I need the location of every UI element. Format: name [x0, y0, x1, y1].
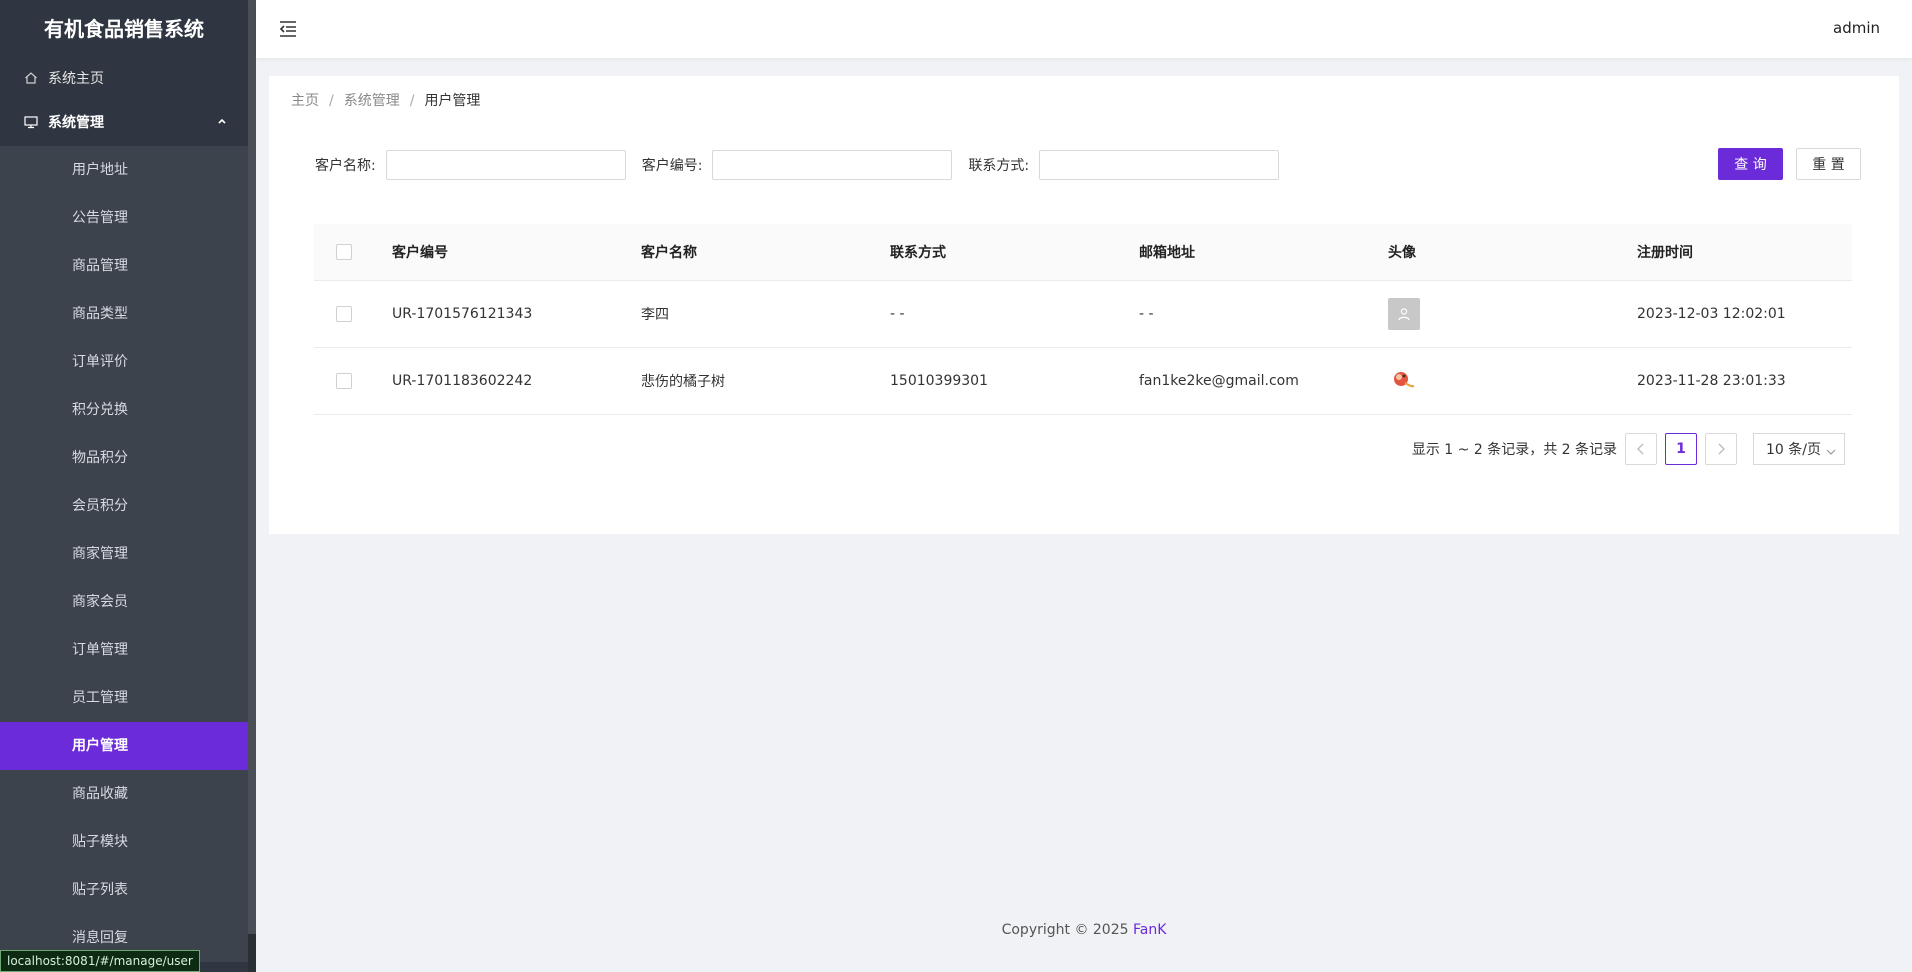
- sidebar-item-merchant-members[interactable]: 商家会员: [0, 578, 248, 626]
- sidebar-item-product-types[interactable]: 商品类型: [0, 290, 248, 338]
- cell-avatar: [1387, 280, 1636, 348]
- select-all-cell: [314, 224, 391, 281]
- col-header-registered: 注册时间: [1636, 224, 1852, 281]
- sidebar-item-user-address[interactable]: 用户地址: [0, 146, 248, 194]
- sidebar-item-home[interactable]: 系统主页: [0, 58, 248, 98]
- pagination-summary: 显示 1 ~ 2 条记录，共 2 条记录: [1411, 442, 1617, 458]
- copyright-text: Copyright © 2025: [1001, 922, 1129, 938]
- chevron-right-icon: [1718, 443, 1725, 455]
- sidebar-item-label: 系统主页: [48, 71, 104, 87]
- sidebar-item-users[interactable]: 用户管理: [0, 722, 248, 770]
- cell-email: fan1ke2ke@gmail.com: [1138, 347, 1387, 415]
- contact-label: 联系方式:: [968, 158, 1030, 174]
- sidebar-item-staff[interactable]: 员工管理: [0, 674, 248, 722]
- sidebar-scrollbar-thumb[interactable]: [248, 0, 256, 934]
- pagination: 显示 1 ~ 2 条记录，共 2 条记录 1 10 条/页: [1412, 433, 1845, 465]
- contact-input[interactable]: [1039, 150, 1280, 180]
- sidebar-item-member-points[interactable]: 会员积分: [0, 482, 248, 530]
- search-form: 客户名称: 客户编号: 联系方式:: [315, 149, 1295, 181]
- page-number-button[interactable]: 1: [1665, 433, 1697, 465]
- cell-contact: 15010399301: [889, 347, 1138, 415]
- status-url: localhost:8081/#/manage/user: [0, 950, 200, 972]
- cell-registered: 2023-12-03 12:02:01: [1636, 280, 1852, 348]
- page-size-value: 10 条/页: [1766, 442, 1821, 458]
- breadcrumb-system[interactable]: 系统管理: [344, 93, 400, 109]
- user-name[interactable]: admin: [1833, 19, 1880, 37]
- customer-code-input[interactable]: [712, 150, 953, 180]
- col-header-code: 客户编号: [391, 224, 640, 281]
- breadcrumb-separator: /: [329, 93, 334, 109]
- app-title: 有机食品销售系统: [44, 17, 204, 41]
- col-header-name: 客户名称: [640, 224, 889, 281]
- row-select-cell: [314, 347, 391, 415]
- cell-name: 李四: [640, 280, 889, 348]
- customer-code-label: 客户编号:: [641, 158, 703, 174]
- collapse-menu-icon[interactable]: [278, 19, 298, 39]
- sidebar-item-post-modules[interactable]: 贴子模块: [0, 818, 248, 866]
- default-avatar-icon[interactable]: [1388, 298, 1420, 330]
- customer-name-label: 客户名称:: [315, 158, 376, 174]
- breadcrumb-current: 用户管理: [424, 93, 481, 109]
- sidebar-item-item-points[interactable]: 物品积分: [0, 434, 248, 482]
- next-page-button[interactable]: [1705, 433, 1737, 465]
- cell-contact: - -: [889, 280, 1138, 348]
- reset-button[interactable]: 重 置: [1796, 148, 1861, 180]
- cell-name: 悲伤的橘子树: [640, 347, 889, 415]
- row-checkbox[interactable]: [336, 373, 352, 389]
- monitor-icon: [24, 115, 38, 129]
- sidebar-item-points-exchange[interactable]: 积分兑换: [0, 386, 248, 434]
- chevron-left-icon: [1637, 443, 1644, 455]
- cell-code: UR-1701183602242: [391, 347, 640, 415]
- chevron-up-icon: [216, 115, 228, 127]
- sidebar-item-order-reviews[interactable]: 订单评价: [0, 338, 248, 386]
- user-table: 客户编号 客户名称 联系方式 邮箱地址 头像 注册时间 UR-170157612…: [314, 224, 1852, 415]
- home-icon: [24, 71, 38, 85]
- top-bar: admin: [256, 0, 1912, 58]
- row-select-cell: [314, 280, 391, 348]
- sidebar-item-post-list[interactable]: 贴子列表: [0, 866, 248, 914]
- sidebar-item-orders[interactable]: 订单管理: [0, 626, 248, 674]
- cell-code: UR-1701576121343: [391, 280, 640, 348]
- sidebar-item-products[interactable]: 商品管理: [0, 242, 248, 290]
- page-size-select[interactable]: 10 条/页: [1753, 433, 1845, 465]
- table-row[interactable]: UR-1701183602242 悲伤的橘子树 15010399301 fan1…: [314, 347, 1852, 415]
- chevron-down-icon: [1826, 445, 1836, 455]
- prev-page-button[interactable]: [1625, 433, 1657, 465]
- main-card: 主页 / 系统管理 / 用户管理 客户名称: 客户编号: 联系方式: 查 询 重 置 客…: [269, 76, 1899, 534]
- cell-email: - -: [1138, 280, 1387, 348]
- col-header-contact: 联系方式: [889, 224, 1138, 281]
- sidebar-item-notice[interactable]: 公告管理: [0, 194, 248, 242]
- sidebar-group-system[interactable]: 系统管理: [0, 98, 248, 146]
- sidebar-item-merchants[interactable]: 商家管理: [0, 530, 248, 578]
- query-button[interactable]: 查 询: [1718, 148, 1783, 180]
- table-header-row: 客户编号 客户名称 联系方式 邮箱地址 头像 注册时间: [314, 224, 1852, 281]
- sidebar: 有机食品销售系统 系统主页 系统管理 用户地址 公告管理 商品管理 商品类型 订…: [0, 0, 248, 972]
- table-row[interactable]: UR-1701576121343 李四 - - - - 2023-12-03 1…: [314, 280, 1852, 348]
- cell-registered: 2023-11-28 23:01:33: [1636, 347, 1852, 415]
- cell-avatar: [1387, 347, 1636, 415]
- footer: Copyright © 2025 FanK: [256, 922, 1912, 938]
- col-header-email: 邮箱地址: [1138, 224, 1387, 281]
- author-link[interactable]: FanK: [1133, 922, 1166, 938]
- sidebar-group-label: 系统管理: [48, 115, 104, 131]
- breadcrumb-home[interactable]: 主页: [291, 93, 319, 109]
- breadcrumb: 主页 / 系统管理 / 用户管理: [291, 90, 480, 110]
- sidebar-item-favorites[interactable]: 商品收藏: [0, 770, 248, 818]
- sidebar-submenu: 用户地址 公告管理 商品管理 商品类型 订单评价 积分兑换 物品积分 会员积分 …: [0, 146, 248, 962]
- col-header-avatar: 头像: [1387, 224, 1636, 281]
- user-photo-avatar[interactable]: [1388, 364, 1418, 394]
- breadcrumb-separator: /: [409, 93, 415, 109]
- row-checkbox[interactable]: [336, 306, 352, 322]
- customer-name-input[interactable]: [385, 150, 626, 180]
- select-all-checkbox[interactable]: [336, 244, 352, 260]
